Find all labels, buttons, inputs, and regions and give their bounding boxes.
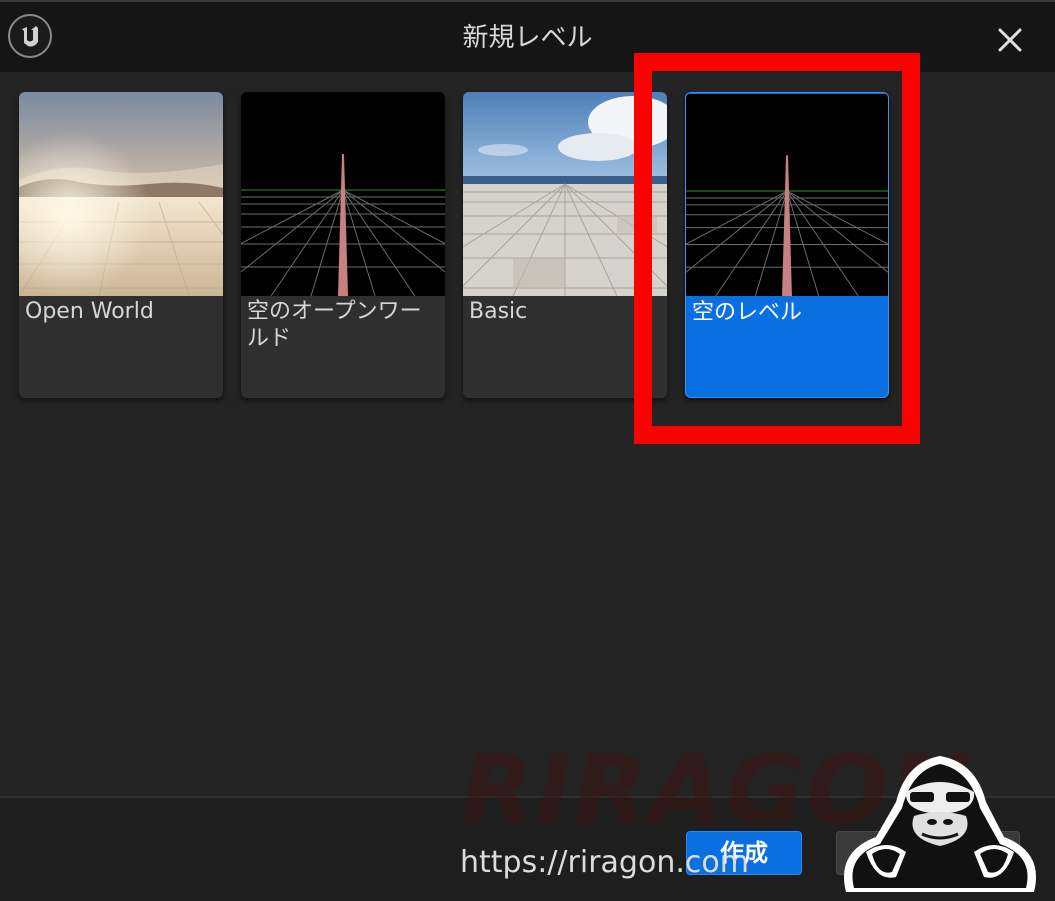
template-card-open-world[interactable]: Open World <box>19 92 223 398</box>
dialog-titlebar: 新規レベル <box>0 0 1055 72</box>
cancel-button[interactable]: キャンセル <box>836 831 1020 875</box>
close-icon[interactable] <box>992 22 1028 58</box>
create-button[interactable]: 作成 <box>686 831 802 875</box>
dialog-title: 新規レベル <box>462 23 593 53</box>
template-card-empty-level[interactable]: 空のレベル <box>685 92 889 398</box>
template-card-basic[interactable]: Basic <box>463 92 667 398</box>
template-label: 空のレベル <box>692 300 803 325</box>
template-label: Open World <box>25 299 154 324</box>
template-label: 空のオープンワールド <box>247 299 422 351</box>
empty-grid-thumbnail <box>241 92 445 296</box>
template-card-empty-open-world[interactable]: 空のオープンワールド <box>241 92 445 398</box>
basic-sky-floor-thumbnail <box>463 92 667 296</box>
empty-grid-thumbnail <box>686 93 888 297</box>
open-world-thumbnail <box>19 92 223 296</box>
template-label: Basic <box>469 299 528 324</box>
